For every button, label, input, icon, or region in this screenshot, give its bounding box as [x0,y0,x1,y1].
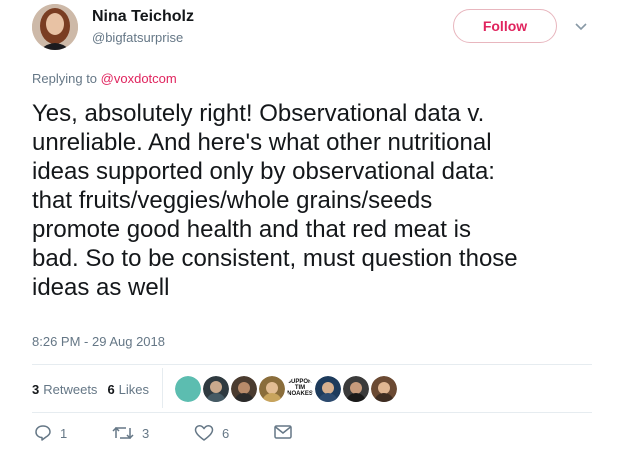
heart-icon [194,425,214,441]
liker-avatar[interactable] [175,376,201,402]
retweets-stat[interactable]: 3 Retweets [32,382,97,397]
engagement-stats: 3 Retweets 6 Likes [32,378,149,400]
tweet-text: Yes, absolutely right! Observational dat… [32,99,602,302]
author-avatar[interactable] [32,4,78,50]
retweets-count: 3 [32,381,40,397]
reply-count: 1 [60,425,68,441]
tweet-timestamp[interactable]: 8:26 PM - 29 Aug 2018 [32,334,165,349]
liker-avatar[interactable] [315,376,341,402]
retweet-action[interactable]: 3 [112,424,149,442]
tweet-line: ideas as well [32,274,170,301]
likes-label: Likes [118,381,150,397]
retweets-label: Retweets [43,381,98,397]
likes-count: 6 [107,381,115,397]
tweet-line: that fruits/veggies/whole grains/seeds [32,187,433,214]
tweet-card: Nina Teicholz @bigfatsurprise Follow Rep… [0,0,621,459]
liker-avatar[interactable] [231,376,257,402]
likers-avatars: SUPPORT TIM NOAKES [175,376,397,402]
tweet-line: bad. So to be consistent, must question … [32,245,518,272]
retweet-count: 3 [142,425,150,441]
tweet-line: promote good health and that red meat is [32,216,471,243]
like-action[interactable]: 6 [194,424,229,442]
like-count: 6 [222,425,230,441]
support-badge-text: SUPPORT TIM NOAKES [287,379,313,397]
direct-message-action[interactable] [274,424,292,440]
liker-avatar-support-badge[interactable]: SUPPORT TIM NOAKES [287,376,313,402]
reply-context: Replying to @voxdotcom [32,71,177,86]
reply-icon [35,425,51,441]
message-icon [274,425,292,439]
tweet-line: unreliable. And here's what other nutrit… [32,129,492,156]
follow-button[interactable]: Follow [453,9,557,43]
liker-avatar[interactable] [259,376,285,402]
likes-stat[interactable]: 6 Likes [107,382,149,397]
stats-separator [162,368,163,408]
chevron-down-icon[interactable] [574,20,588,34]
author-handle[interactable]: @bigfatsurprise [92,30,183,45]
liker-avatar[interactable] [343,376,369,402]
tweet-line: Yes, absolutely right! Observational dat… [32,100,485,127]
reply-target-link[interactable]: @voxdotcom [101,71,177,86]
tweet-line: ideas supported only by observational da… [32,158,495,185]
liker-avatar[interactable] [203,376,229,402]
reply-prefix: Replying to [32,71,101,86]
liker-avatar[interactable] [371,376,397,402]
divider-top [32,364,592,365]
retweet-icon [112,426,134,440]
reply-action[interactable]: 1 [34,424,67,442]
divider-bottom [32,412,592,413]
support-badge-line: NOAKES [287,391,313,397]
author-name[interactable]: Nina Teicholz [92,8,194,26]
